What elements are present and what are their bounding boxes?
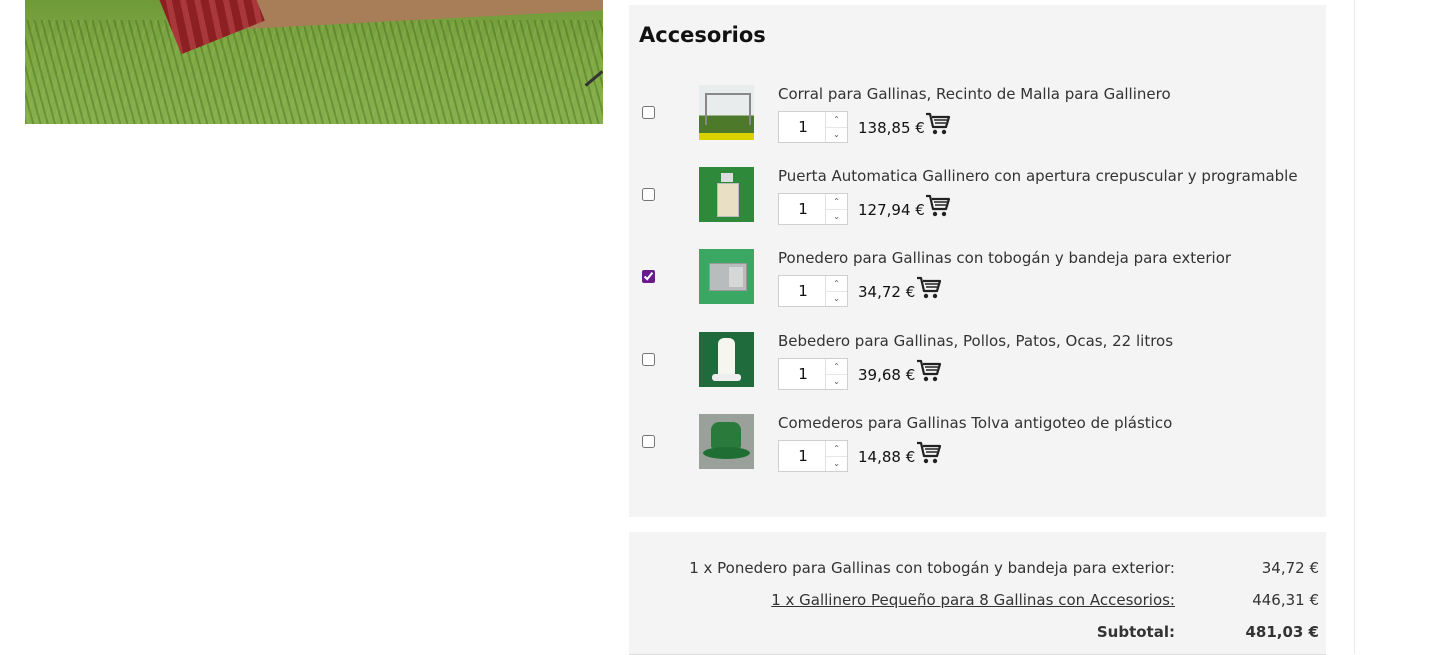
accessory-thumbnail[interactable]: [699, 332, 754, 387]
accessory-item: Corral para Gallinas, Recinto de Malla p…: [629, 85, 1326, 155]
accessory-price: 39,68 €: [858, 366, 916, 384]
accessory-checkbox[interactable]: [642, 435, 655, 448]
chevron-up-icon[interactable]: ⌃: [826, 441, 847, 457]
product-photo[interactable]: [25, 0, 603, 124]
summary-line-label: 1 x Ponedero para Gallinas con tobogán y…: [689, 559, 1175, 577]
quantity-input[interactable]: 1: [779, 441, 827, 471]
quantity-spinner[interactable]: ⌃ ⌄: [825, 194, 847, 224]
accessory-item: Ponedero para Gallinas con tobogán y ban…: [629, 249, 1326, 319]
quantity-spinner[interactable]: ⌃ ⌄: [825, 112, 847, 142]
chevron-down-icon[interactable]: ⌄: [826, 456, 847, 471]
quantity-spinner[interactable]: ⌃ ⌄: [825, 276, 847, 306]
order-summary: 1 x Ponedero para Gallinas con tobogán y…: [629, 532, 1326, 655]
chevron-down-icon[interactable]: ⌄: [826, 374, 847, 389]
chevron-up-icon[interactable]: ⌃: [826, 359, 847, 375]
accessory-checkbox[interactable]: [642, 270, 655, 283]
accessory-price: 138,85 €: [858, 119, 925, 137]
subtotal-label: Subtotal:: [1096, 623, 1175, 641]
summary-line-amount: 34,72 €: [1261, 559, 1319, 577]
accessory-thumbnail[interactable]: [699, 414, 754, 469]
shopping-cart-icon[interactable]: [916, 359, 942, 383]
accessory-price: 127,94 €: [858, 201, 925, 219]
chevron-down-icon[interactable]: ⌄: [826, 291, 847, 306]
quantity-input[interactable]: 1: [779, 359, 827, 389]
accessory-checkbox[interactable]: [642, 353, 655, 366]
accessory-checkbox[interactable]: [642, 106, 655, 119]
subtotal-row: Subtotal: 481,03 €: [629, 623, 1326, 645]
quantity-stepper[interactable]: 1 ⌃ ⌄: [778, 193, 848, 225]
grass-texture: [25, 20, 603, 124]
chevron-down-icon[interactable]: ⌄: [826, 209, 847, 224]
accessory-name[interactable]: Ponedero para Gallinas con tobogán y ban…: [778, 249, 1231, 267]
accessory-item: Bebedero para Gallinas, Pollos, Patos, O…: [629, 332, 1326, 402]
quantity-spinner[interactable]: ⌃ ⌄: [825, 441, 847, 471]
accessories-title: Accesorios: [639, 23, 766, 47]
quantity-spinner[interactable]: ⌃ ⌄: [825, 359, 847, 389]
quantity-input[interactable]: 1: [779, 276, 827, 306]
accessory-name[interactable]: Corral para Gallinas, Recinto de Malla p…: [778, 85, 1171, 103]
chevron-down-icon[interactable]: ⌄: [826, 127, 847, 142]
accessory-item: Puerta Automatica Gallinero con apertura…: [629, 167, 1326, 237]
shopping-cart-icon[interactable]: [925, 112, 951, 136]
chevron-up-icon[interactable]: ⌃: [826, 194, 847, 210]
chevron-up-icon[interactable]: ⌃: [826, 112, 847, 128]
main-product-link[interactable]: 1 x Gallinero Pequeño para 8 Gallinas co…: [771, 591, 1175, 609]
shopping-cart-icon[interactable]: [916, 441, 942, 465]
quantity-input[interactable]: 1: [779, 112, 827, 142]
quantity-stepper[interactable]: 1 ⌃ ⌄: [778, 358, 848, 390]
chevron-up-icon[interactable]: ⌃: [826, 276, 847, 292]
quantity-stepper[interactable]: 1 ⌃ ⌄: [778, 440, 848, 472]
accessory-price: 34,72 €: [858, 283, 916, 301]
accessory-item: Comederos para Gallinas Tolva antigoteo …: [629, 414, 1326, 484]
accessory-thumbnail[interactable]: [699, 249, 754, 304]
accessory-checkbox[interactable]: [642, 188, 655, 201]
accessory-price: 14,88 €: [858, 448, 916, 466]
accessory-thumbnail[interactable]: [699, 167, 754, 222]
summary-line-amount: 446,31 €: [1252, 591, 1319, 609]
shopping-cart-icon[interactable]: [916, 276, 942, 300]
accessories-panel: Accesorios Corral para Gallinas, Recinto…: [629, 5, 1326, 517]
accessory-name[interactable]: Comederos para Gallinas Tolva antigoteo …: [778, 414, 1172, 432]
sidebar-divider: [1354, 0, 1355, 654]
summary-line: 1 x Ponedero para Gallinas con tobogán y…: [629, 559, 1326, 581]
quantity-stepper[interactable]: 1 ⌃ ⌄: [778, 275, 848, 307]
subtotal-amount: 481,03 €: [1245, 623, 1319, 641]
accessory-thumbnail[interactable]: [699, 85, 754, 140]
accessory-name[interactable]: Puerta Automatica Gallinero con apertura…: [778, 167, 1298, 185]
quantity-input[interactable]: 1: [779, 194, 827, 224]
summary-line: 1 x Gallinero Pequeño para 8 Gallinas co…: [629, 591, 1326, 613]
accessory-name[interactable]: Bebedero para Gallinas, Pollos, Patos, O…: [778, 332, 1173, 350]
quantity-stepper[interactable]: 1 ⌃ ⌄: [778, 111, 848, 143]
shopping-cart-icon[interactable]: [925, 194, 951, 218]
